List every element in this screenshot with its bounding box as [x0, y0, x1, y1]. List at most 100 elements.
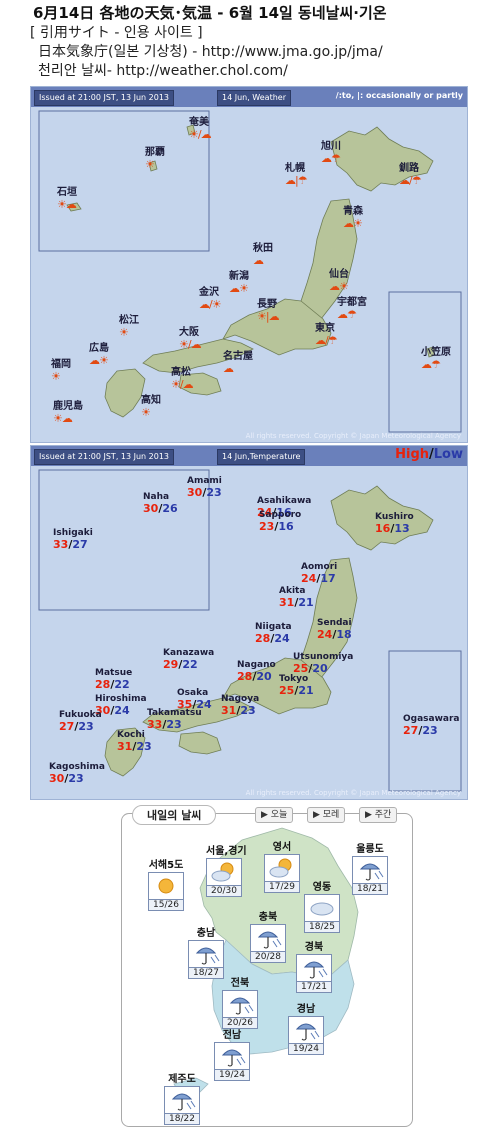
weather-symbol-icon: ☁ — [253, 254, 264, 267]
weather-city-name: 石垣 — [57, 187, 77, 198]
region-name: 영동 — [312, 882, 332, 893]
weather-symbol-icon: ☁☀ — [229, 282, 249, 295]
weather-symbol-icon: ☀|☁ — [257, 310, 280, 323]
temperature-city-marker: Sendai 24/18 — [317, 618, 352, 641]
region-temperature: 20/30 — [206, 886, 242, 897]
temperature-value: 23/16 — [259, 520, 301, 533]
weather-symbol-icon: ☁☂ — [321, 152, 341, 165]
korea-region-cell[interactable]: 울릉도 18/21 — [352, 840, 388, 895]
korea-region-cell[interactable]: 충북 20/28 — [250, 908, 286, 963]
temperature-city-marker: Amami 30/23 — [187, 476, 222, 499]
weather-city-name: 福岡 — [51, 359, 71, 370]
temperature-value: 29/22 — [163, 658, 214, 671]
partly-cloudy-icon — [206, 858, 242, 886]
weather-city-marker: 高松 ☀/☁ — [171, 363, 194, 391]
weather-city-name: 釧路 — [399, 163, 419, 174]
weather-city-name: 宇都宮 — [337, 297, 367, 308]
korea-region-cell[interactable]: 전북 20/26 — [222, 974, 258, 1029]
temperature-city-name: Utsunomiya — [293, 652, 354, 662]
weather-city-name: 東京 — [315, 323, 335, 334]
weather-symbol-icon: ☁/☀ — [199, 298, 222, 311]
weather-city-marker: 宇都宮 ☁☂ — [337, 293, 367, 321]
korea-region-cell[interactable]: 제주도 18/22 — [164, 1070, 200, 1125]
temperature-high: 31 — [221, 704, 237, 717]
temperature-high: 24 — [301, 572, 317, 585]
korea-region-cell[interactable]: 영서 17/29 — [264, 838, 300, 893]
korea-region-cell[interactable]: 경남 19/24 — [288, 1000, 324, 1055]
weather-symbol-icon: ☁☀ — [89, 354, 109, 367]
region-temperature: 19/24 — [214, 1070, 250, 1081]
japan-weather-map: Issued at 21:00 JST, 13 Jun 2013 14 Jun,… — [30, 86, 468, 443]
umbrella-icon — [188, 940, 224, 968]
temperature-city-name: Asahikawa — [257, 496, 312, 506]
region-name: 전북 — [230, 978, 250, 989]
temperature-value: 30/23 — [187, 486, 222, 499]
korea-weather-panel: 내일의 날씨 ▶ 오늘 ▶ 모레 ▶ 주간 서해5도 15/26 서울,경기 20/3… — [121, 805, 413, 1127]
weather-city-name: 金沢 — [199, 287, 219, 298]
umbrella-icon — [288, 1016, 324, 1044]
weather-symbol-icon: ☀/☁ — [179, 338, 202, 351]
temperature-city-marker: Sapporo 23/16 — [259, 510, 301, 533]
region-temperature: 15/26 — [148, 900, 184, 911]
temperature-city-name: Akita — [279, 586, 306, 596]
temperature-city-name: Nagoya — [221, 694, 260, 704]
temperature-high: 28 — [95, 678, 111, 691]
weather-city-marker: 広島 ☁☀ — [89, 339, 109, 367]
weather-city-name: 名古屋 — [223, 351, 253, 362]
region-name: 울릉도 — [356, 844, 384, 855]
temperature-low: 23 — [78, 720, 94, 733]
weather-city-marker: 高知 ☀ — [141, 391, 161, 419]
temperature-low: 22 — [182, 658, 198, 671]
weather-symbol-icon: ☀/☁ — [189, 128, 212, 141]
temperature-low: 24 — [114, 704, 130, 717]
weather-city-marker: 奄美 ☀/☁ — [189, 113, 212, 141]
korea-region-cell[interactable]: 서해5도 15/26 — [148, 856, 184, 911]
temperature-city-name: Amami — [187, 476, 222, 486]
weather-city-marker: 名古屋 ☁ — [223, 347, 253, 375]
umbrella-icon — [222, 990, 258, 1018]
high-low-legend: High/Low — [395, 447, 463, 462]
umbrella-icon — [214, 1042, 250, 1070]
temperature-city-marker: Kushiro 16/13 — [375, 512, 414, 535]
korea-region-cell[interactable]: 서울,경기 20/30 — [206, 842, 247, 897]
temperature-city-marker: Nagoya 31/23 — [221, 694, 259, 717]
weather-city-marker: 仙台 ☁☀ — [329, 265, 349, 293]
temperature-city-name: Naha — [143, 492, 170, 502]
temperature-city-name: Ishigaki — [53, 528, 93, 538]
korea-region-cell[interactable]: 경북 17/21 — [296, 938, 332, 993]
weather-city-marker: 釧路 ☁/☂ — [399, 159, 422, 187]
temperature-value: 30/23 — [49, 772, 105, 785]
weather-symbol-icon: ☁/☂ — [315, 334, 338, 347]
temperature-value: 28/20 — [237, 670, 276, 683]
temperature-low: 23 — [166, 718, 182, 731]
temperature-low: 27 — [72, 538, 88, 551]
korea-region-cell[interactable]: 영동 18/25 — [304, 878, 340, 933]
temperature-city-marker: Fukuoka 27/23 — [59, 710, 102, 733]
temperature-city-name: Sendai — [317, 618, 352, 628]
temperature-high: 33 — [53, 538, 69, 551]
temperature-city-name: Aomori — [301, 562, 338, 572]
weather-copyright: All rights reserved. Copyright © Japan M… — [245, 432, 461, 440]
region-name: 충남 — [196, 928, 216, 939]
temperature-city-marker: Utsunomiya 25/20 — [293, 652, 353, 675]
source-jma-link[interactable]: 日本気象庁(일본 기상청) - http://www.jma.go.jp/jma… — [38, 41, 383, 61]
temperature-low: 16 — [278, 520, 294, 533]
weather-city-name: 青森 — [343, 206, 363, 217]
umbrella-icon — [352, 856, 388, 884]
umbrella-icon — [250, 924, 286, 952]
weather-issued-tag: Issued at 21:00 JST, 13 Jun 2013 — [34, 90, 175, 106]
source-chol-link[interactable]: 천리안 날씨- http://weather.chol.com/ — [38, 60, 288, 80]
temperature-city-name: Kagoshima — [49, 762, 105, 772]
temperature-high: 23 — [259, 520, 275, 533]
temperature-high: 31 — [117, 740, 133, 753]
temperature-low: 23 — [422, 724, 438, 737]
weather-city-name: 那覇 — [145, 147, 165, 158]
temperature-value: 28/24 — [255, 632, 292, 645]
korea-region-cell[interactable]: 충남 18/27 — [188, 924, 224, 979]
temperature-value: 33/23 — [147, 718, 202, 731]
temperature-high: 27 — [403, 724, 419, 737]
korea-region-cell[interactable]: 전남 19/24 — [214, 1026, 250, 1081]
temperature-value: 31/23 — [221, 704, 259, 717]
temperature-value: 30/24 — [95, 704, 147, 717]
temperature-high: 29 — [163, 658, 179, 671]
